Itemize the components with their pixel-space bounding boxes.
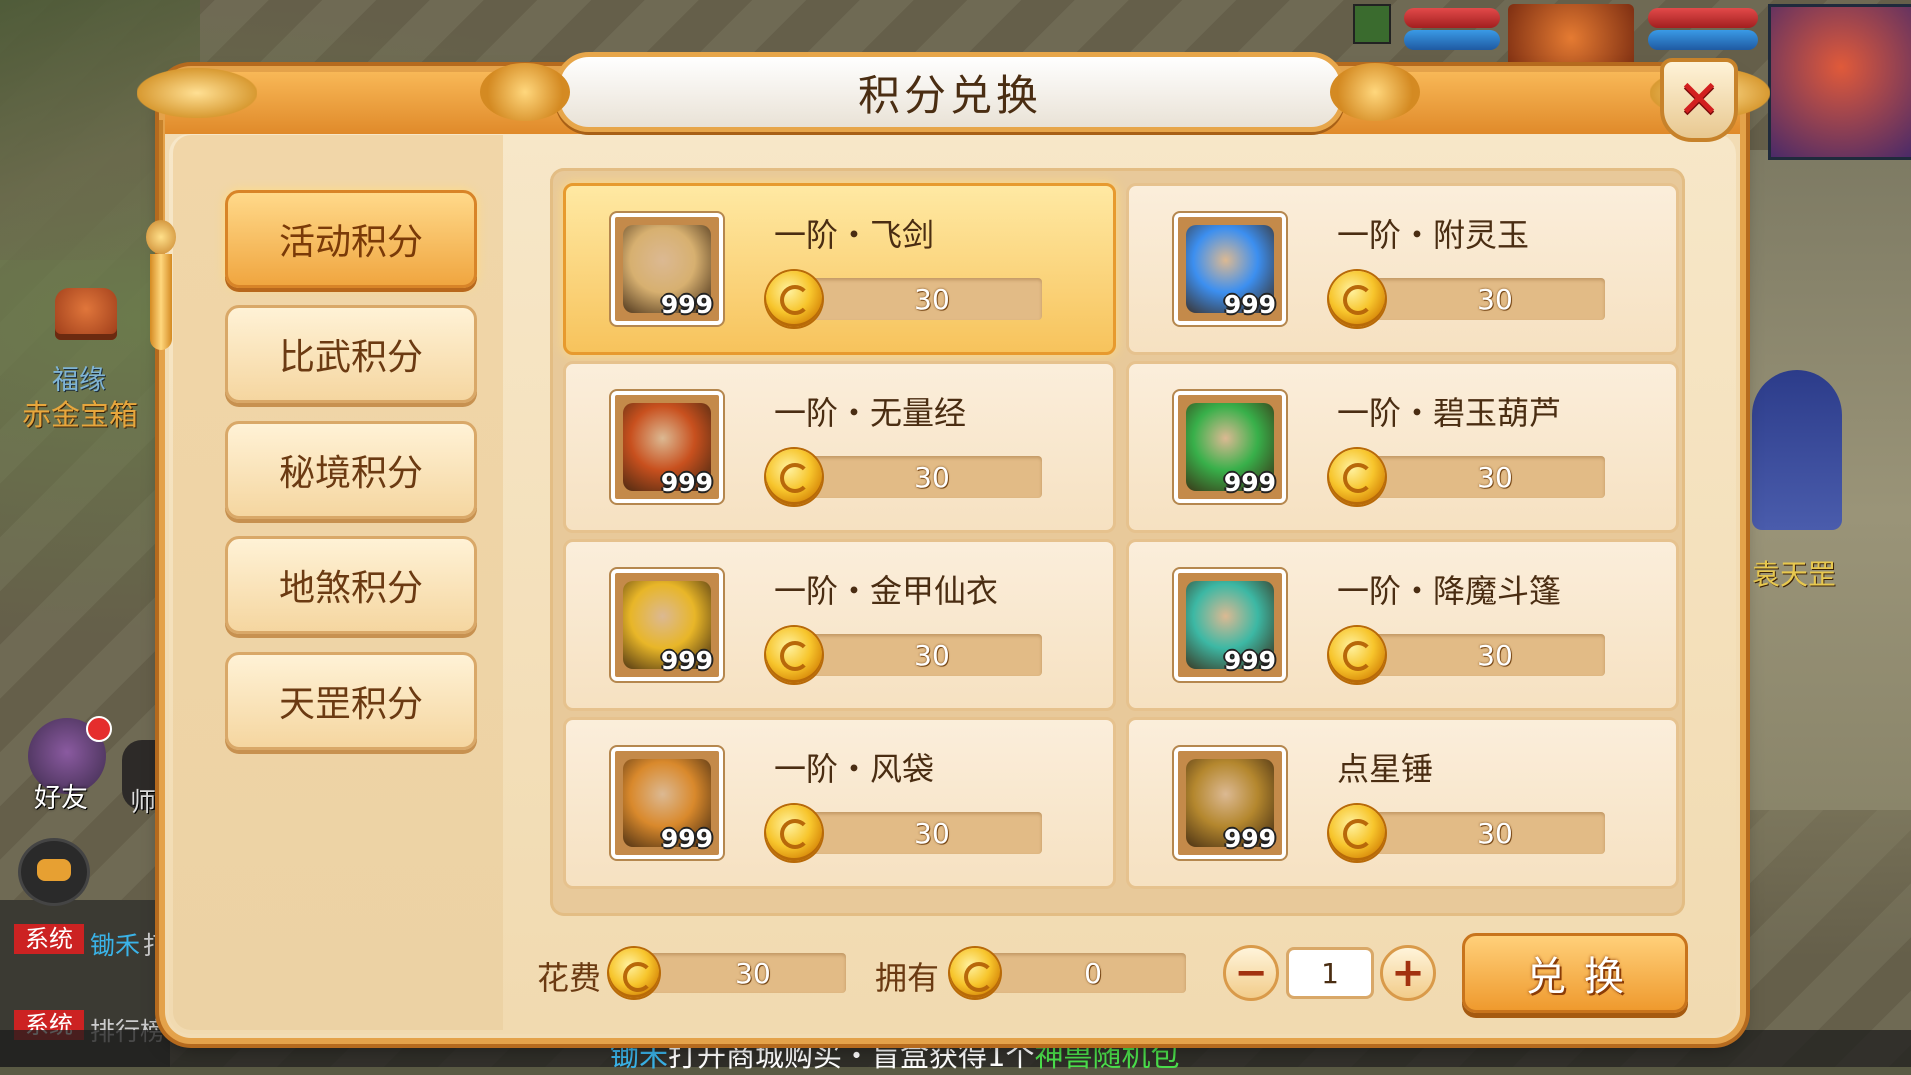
item-quantity: 999 xyxy=(660,824,713,853)
cost-label: 花费 xyxy=(537,959,602,997)
scroll-ornament-icon xyxy=(480,63,570,121)
item-price: 30 xyxy=(792,278,1042,320)
owned-label: 拥有 xyxy=(875,959,940,997)
coin-icon xyxy=(1329,449,1385,505)
item-price: 30 xyxy=(1355,812,1605,854)
item-icon-frame: 999 xyxy=(1174,569,1286,681)
coin-icon xyxy=(766,805,822,861)
item-card[interactable]: 999 一阶・金甲仙衣 30 xyxy=(563,539,1116,711)
item-card[interactable]: 999 一阶・降魔斗篷 30 xyxy=(1126,539,1679,711)
player-hp-bar xyxy=(1648,8,1758,28)
tassel-ornament-icon xyxy=(144,120,178,350)
cloud-ornament-icon xyxy=(137,68,257,118)
player-mp-bar xyxy=(1648,30,1758,50)
pet-portrait[interactable] xyxy=(1508,4,1634,72)
item-icon-frame: 999 xyxy=(611,569,723,681)
notification-dot xyxy=(86,716,112,742)
decrease-button[interactable]: − xyxy=(1223,945,1279,1001)
item-card[interactable]: 999 一阶・风袋 30 xyxy=(563,717,1116,889)
title-plate: 积分兑换 xyxy=(480,52,1420,132)
item-name: 一阶・无量经 xyxy=(774,394,967,432)
owned-value: 0 xyxy=(976,953,1186,993)
item-icon-frame: 999 xyxy=(611,213,723,325)
ticker-player-name[interactable]: 锄禾 xyxy=(610,1039,668,1073)
item-price: 30 xyxy=(1355,456,1605,498)
item-name: 一阶・风袋 xyxy=(774,750,935,788)
item-quantity: 999 xyxy=(660,646,713,675)
item-quantity: 999 xyxy=(660,290,713,319)
coin-icon xyxy=(1329,627,1385,683)
ticker-highlight[interactable]: 神兽随机包 xyxy=(1034,1039,1179,1073)
ticker-text: 打开商城购买・盲盒获得1个 xyxy=(668,1039,1035,1073)
coin-icon xyxy=(766,271,822,327)
scroll-ornament-icon xyxy=(1330,63,1420,121)
chat-bubble-icon[interactable] xyxy=(18,838,90,906)
increase-button[interactable]: + xyxy=(1380,945,1436,1001)
npc-figure[interactable] xyxy=(1752,370,1842,530)
exchange-button[interactable]: 兑换 xyxy=(1462,933,1688,1013)
item-quantity: 999 xyxy=(660,468,713,497)
item-price: 30 xyxy=(792,812,1042,854)
player-avatar[interactable] xyxy=(1768,4,1911,160)
item-icon-frame: 999 xyxy=(611,747,723,859)
coin-icon xyxy=(609,948,659,998)
close-button[interactable]: ✕ xyxy=(1660,58,1738,142)
close-icon: ✕ xyxy=(1677,70,1721,130)
item-name: 一阶・飞剑 xyxy=(774,216,935,254)
chat-sender[interactable]: 锄禾 xyxy=(90,926,140,962)
tab-heaven-star-points[interactable]: 天罡积分 xyxy=(225,652,477,750)
item-name: 一阶・碧玉葫芦 xyxy=(1337,394,1562,432)
tab-activity-points[interactable]: 活动积分 xyxy=(225,190,477,288)
friend-label: 好友 xyxy=(34,783,88,814)
broadcast-ticker: 锄禾打开商城购买・盲盒获得1个神兽随机包 xyxy=(610,1033,1179,1075)
tab-secret-realm-points[interactable]: 秘境积分 xyxy=(225,421,477,519)
item-price: 30 xyxy=(1355,278,1605,320)
system-tag: 系统 xyxy=(14,924,84,954)
item-card[interactable]: 999 一阶・碧玉葫芦 30 xyxy=(1126,361,1679,533)
pet-hp-bar xyxy=(1404,8,1500,28)
npc-name: 袁天罡 xyxy=(1752,558,1837,591)
item-price: 30 xyxy=(792,634,1042,676)
coin-icon xyxy=(950,948,1000,998)
item-price: 30 xyxy=(1355,634,1605,676)
item-quantity: 999 xyxy=(1223,824,1276,853)
buff-icon[interactable] xyxy=(1353,4,1391,44)
item-name: 点星锤 xyxy=(1337,750,1434,788)
coin-icon xyxy=(766,449,822,505)
coin-icon xyxy=(1329,271,1385,327)
tab-arena-points[interactable]: 比武积分 xyxy=(225,305,477,403)
item-quantity: 999 xyxy=(1223,290,1276,319)
tab-earth-fiend-points[interactable]: 地煞积分 xyxy=(225,536,477,634)
item-icon-frame: 999 xyxy=(611,391,723,503)
coin-icon xyxy=(766,627,822,683)
treasure-chest-icon[interactable] xyxy=(55,288,117,340)
item-name: 一阶・附灵玉 xyxy=(1337,216,1530,254)
item-card[interactable]: 999 一阶・无量经 30 xyxy=(563,361,1116,533)
master-label: 师 xyxy=(130,788,157,818)
item-icon-frame: 999 xyxy=(1174,213,1286,325)
item-price: 30 xyxy=(792,456,1042,498)
pet-mp-bar xyxy=(1404,30,1500,50)
item-name: 一阶・金甲仙衣 xyxy=(774,572,999,610)
item-quantity: 999 xyxy=(1223,468,1276,497)
coin-icon xyxy=(1329,805,1385,861)
item-icon-frame: 999 xyxy=(1174,747,1286,859)
item-card[interactable]: 999 一阶・附灵玉 30 xyxy=(1126,183,1679,355)
dialog-title: 积分兑换 xyxy=(857,70,1042,120)
chest-name: 赤金宝箱 xyxy=(22,398,139,432)
item-card[interactable]: 999 一阶・飞剑 30 xyxy=(563,183,1116,355)
item-icon-frame: 999 xyxy=(1174,391,1286,503)
item-card[interactable]: 999 点星锤 30 xyxy=(1126,717,1679,889)
cost-value: 30 xyxy=(636,953,846,993)
item-name: 一阶・降魔斗篷 xyxy=(1337,572,1562,610)
item-quantity: 999 xyxy=(1223,646,1276,675)
quantity-input[interactable] xyxy=(1286,947,1374,999)
